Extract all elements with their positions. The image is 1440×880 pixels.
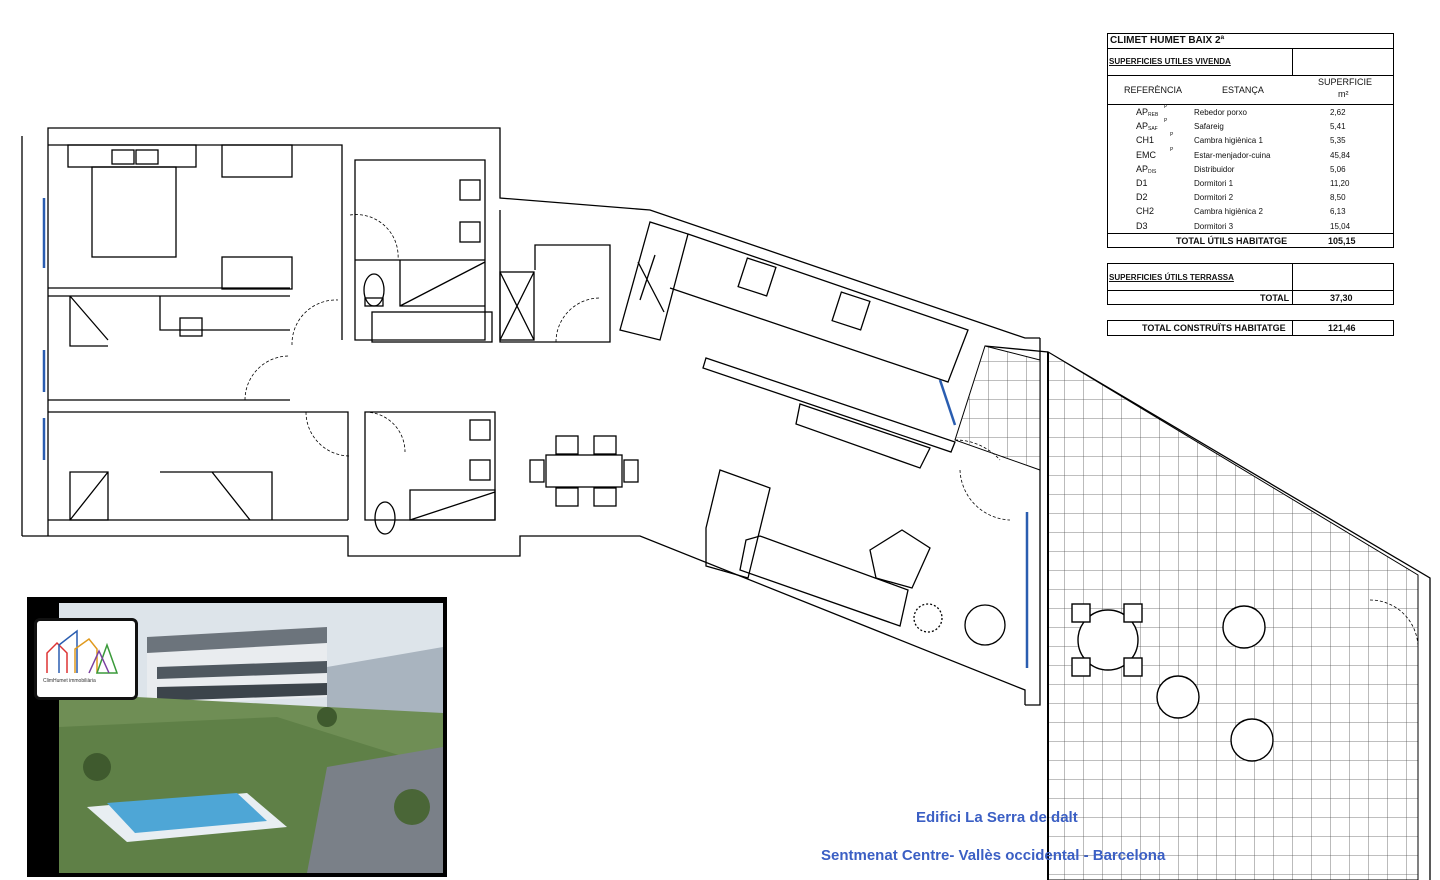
total-util-label: TOTAL ÚTILS HABITATGE (1176, 236, 1288, 246)
row-name: Rebedor porxo (1194, 108, 1247, 117)
row-name: Estar-menjador-cuina (1194, 150, 1271, 160)
row-ref-sub: DIS (1148, 168, 1157, 175)
surfaces-table: CLIMET HUMET BAIX 2ª SUPERFICIES UTILES … (1104, 30, 1400, 344)
location: Sentmenat Centre- Vallès occidental - Ba… (821, 847, 1166, 864)
row-name: Cambra higiènica 2 (1194, 207, 1263, 217)
row-name: Dormitori 1 (1194, 179, 1234, 188)
company-logo: ClimHumet immobiliària (34, 618, 138, 700)
row-value: 5,41 (1330, 122, 1346, 132)
row-ref: AP (1136, 107, 1149, 117)
row-value: 15,04 (1330, 221, 1351, 231)
header-sup: SUPERFICIE (1318, 77, 1373, 87)
row-value: 11,20 (1330, 179, 1350, 188)
row-name: Dormitori 2 (1194, 193, 1234, 203)
row-name: Dormitori 3 (1194, 221, 1234, 231)
header-ref: REFERÈNCIA (1124, 85, 1183, 95)
total-terrassa-label: TOTAL (1260, 293, 1290, 303)
row-ref: AP (1136, 121, 1149, 132)
total-util-value: 105,15 (1328, 236, 1356, 246)
header-estanca: ESTANÇA (1222, 85, 1264, 95)
row-value: 5,06 (1330, 164, 1346, 174)
logo-text: ClimHumet immobiliària (43, 678, 96, 684)
row-ref-mark: P (1164, 104, 1168, 110)
row-ref: CH1 (1136, 135, 1155, 146)
row-ref-sub: SAF (1148, 126, 1158, 133)
row-value: 6,13 (1330, 207, 1346, 217)
row-ref: AP (1136, 163, 1149, 174)
section-terrassa: SUPERFICIES ÚTILS TERRASSA (1109, 273, 1234, 282)
terrace-floor (954, 345, 1419, 880)
row-value: 5,35 (1330, 136, 1346, 146)
row-value: 45,84 (1330, 150, 1351, 160)
building-name: Edifici La Serra de dalt (916, 809, 1078, 826)
total-construits-value: 121,46 (1328, 323, 1356, 333)
row-name: Distribuidor (1194, 164, 1235, 174)
window (938, 379, 957, 426)
total-terrassa-value: 37,30 (1330, 293, 1353, 303)
header-unit: m² (1338, 89, 1349, 99)
row-ref: D1 (1136, 178, 1148, 188)
row-ref-sub: REB (1148, 112, 1159, 118)
section-vivenda: SUPERFICIES UTILES VIVENDA (1109, 57, 1231, 66)
row-ref: D2 (1136, 192, 1148, 203)
total-construits-label: TOTAL CONSTRUÏTS HABITATGE (1142, 323, 1286, 333)
row-ref: CH2 (1136, 206, 1155, 217)
row-value: 2,62 (1330, 108, 1346, 117)
row-name: Safareig (1194, 122, 1224, 132)
row-ref-mark: P (1170, 146, 1174, 153)
row-ref-mark: P (1164, 118, 1168, 125)
row-ref: D3 (1136, 220, 1148, 231)
row-ref: EMC (1136, 149, 1156, 160)
table-title: CLIMET HUMET BAIX 2ª (1110, 35, 1225, 46)
row-value: 8,50 (1330, 193, 1346, 203)
row-ref-mark: P (1170, 132, 1174, 139)
row-name: Cambra higiènica 1 (1194, 136, 1263, 146)
